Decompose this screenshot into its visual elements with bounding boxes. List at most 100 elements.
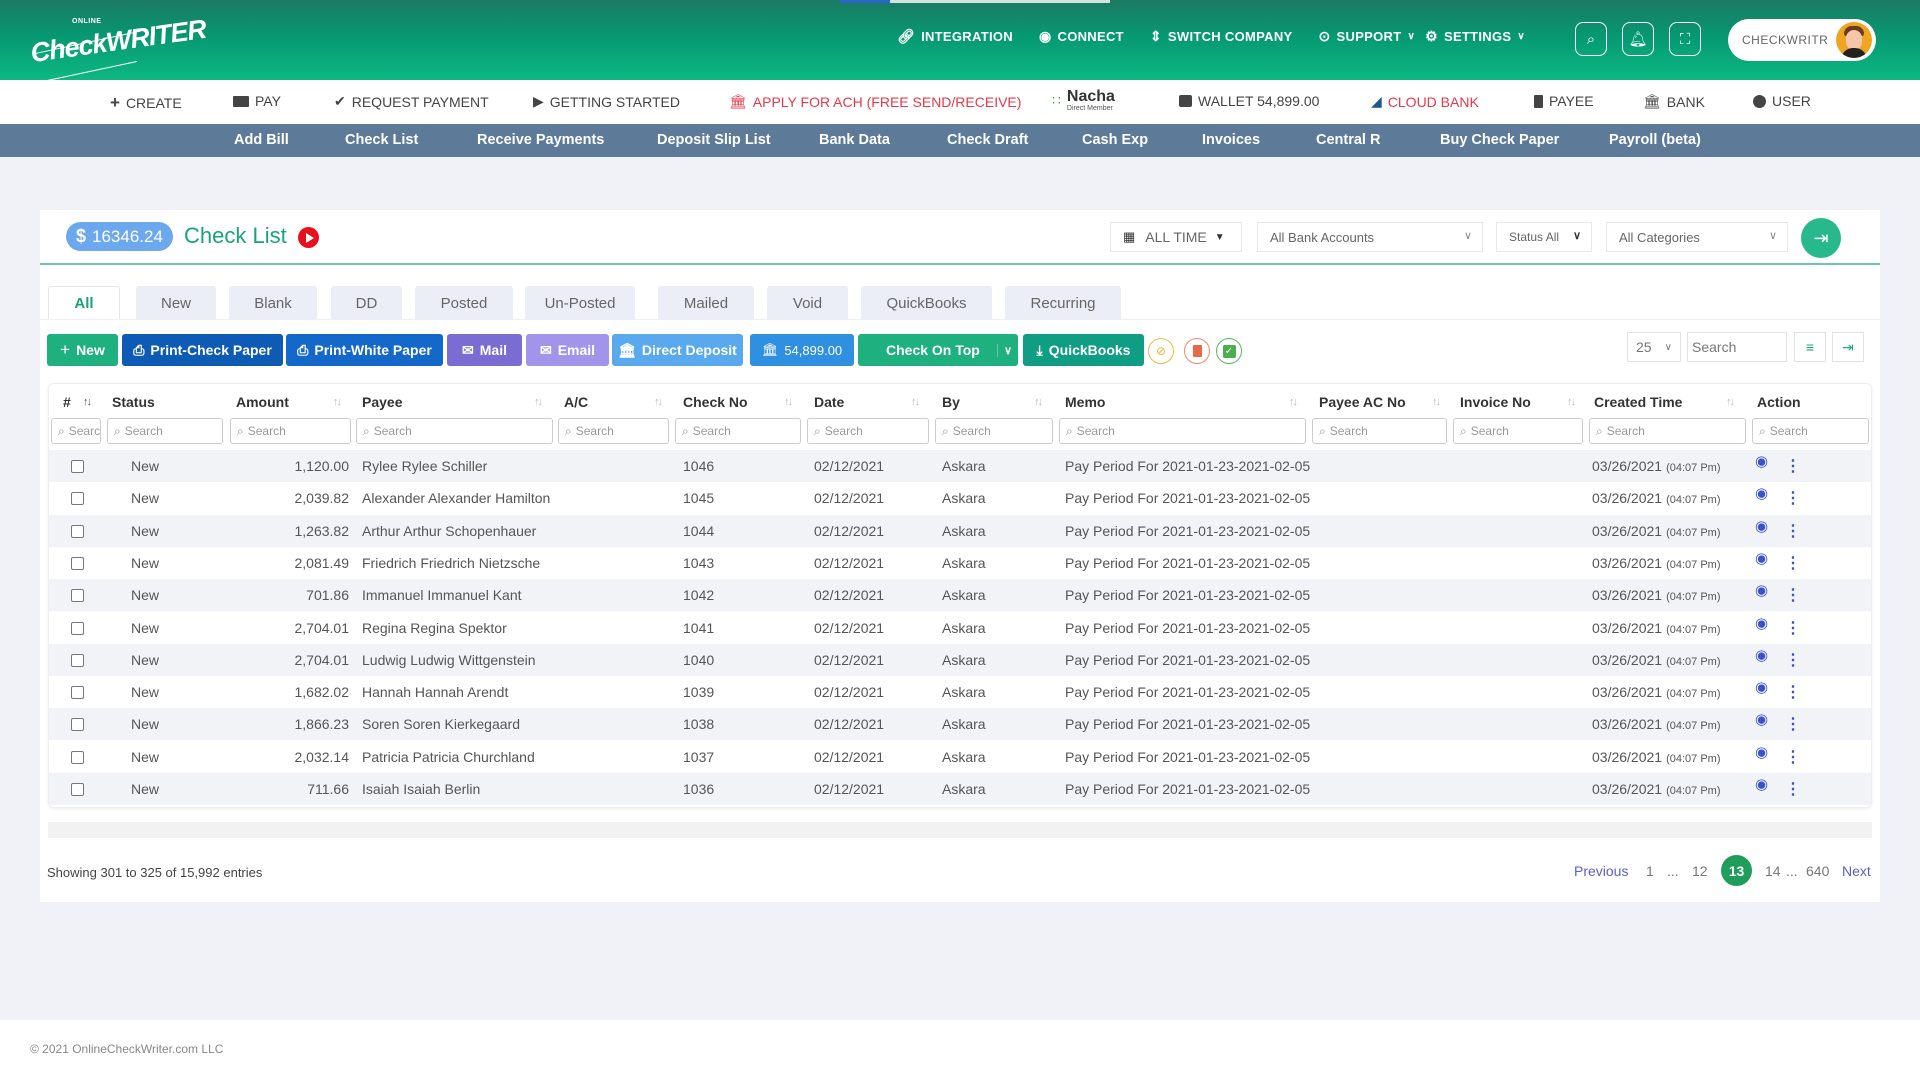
filter-payee[interactable]: ⌕ Search	[356, 418, 553, 444]
sort-icon[interactable]: ↑↓	[1567, 396, 1576, 408]
pagination-page[interactable]: 1	[1646, 856, 1654, 886]
filter-action[interactable]: ⌕ Search	[1752, 418, 1869, 444]
sort-icon[interactable]: ↑↓	[1034, 396, 1043, 408]
tab-new[interactable]: New	[136, 286, 216, 320]
wallet-balance-button[interactable]: 🏛︎ 54,899.00	[750, 334, 854, 366]
row-checkbox[interactable]	[71, 556, 84, 570]
topnav-switch-company[interactable]: ⇕ SWITCH COMPANY	[1150, 28, 1293, 45]
table-row[interactable]: New 1,866.23 Soren Soren Kierkegaard 1038 02…	[49, 708, 1871, 741]
column-header-payee-ac-no[interactable]: Payee AC No	[1319, 394, 1406, 410]
view-icon[interactable]: ◉	[1755, 775, 1768, 793]
subnav-cash-exp[interactable]: Cash Exp	[1082, 132, 1148, 148]
tab-blank[interactable]: Blank	[229, 286, 317, 320]
direct-deposit-button[interactable]: 🏛︎ Direct Deposit	[612, 334, 743, 366]
more-actions-icon[interactable]: ⋮	[1785, 521, 1801, 541]
column-header-amount[interactable]: Amount	[236, 394, 289, 410]
horizontal-scrollbar[interactable]	[48, 822, 1872, 838]
filter-status[interactable]: ⌕ Search	[107, 418, 223, 444]
secnav-getting-started[interactable]: ▶︎ GETTING STARTED	[533, 93, 680, 110]
approve-button[interactable]: ✓	[1216, 338, 1242, 364]
subnav-buy-check-paper[interactable]: Buy Check Paper	[1440, 132, 1559, 148]
topnav-integration[interactable]: 🔗︎ INTEGRATION	[897, 28, 1013, 45]
filter-date[interactable]: ⌕ Search	[807, 418, 929, 444]
column-header-number[interactable]: #	[63, 394, 71, 410]
export-button[interactable]: ⇥	[1801, 218, 1841, 258]
email-button[interactable]: ✉ Email	[526, 334, 609, 366]
row-checkbox[interactable]	[71, 686, 84, 700]
tab-all[interactable]: All	[48, 286, 120, 320]
sort-icon[interactable]: ↑↓	[83, 396, 92, 408]
table-row[interactable]: New 1,682.02 Hannah Hannah Arendt 1039 02/12…	[49, 676, 1871, 708]
category-filter[interactable]: All Categories ∨	[1606, 222, 1788, 252]
filter-check-no[interactable]: ⌕ Search	[675, 418, 801, 444]
table-row[interactable]: New 2,032.14 Patricia Patricia Churchland 1…	[49, 741, 1871, 773]
more-actions-icon[interactable]: ⋮	[1785, 779, 1801, 799]
secnav-request-payment[interactable]: ✔ REQUEST PAYMENT	[334, 93, 489, 110]
row-checkbox[interactable]	[71, 750, 84, 764]
table-row[interactable]: New 2,039.82 Alexander Alexander Hamilton 1…	[49, 482, 1871, 514]
tab-posted[interactable]: Posted	[415, 286, 513, 320]
row-checkbox[interactable]	[71, 718, 84, 732]
video-play-button[interactable]	[298, 227, 319, 248]
secnav-cloud-bank[interactable]: ◢ CLOUD BANK	[1371, 93, 1479, 110]
row-checkbox[interactable]	[71, 653, 84, 667]
table-row[interactable]: New 2,704.01 Ludwig Ludwig Wittgenstein 104…	[49, 643, 1871, 676]
sort-icon[interactable]: ↑↓	[1432, 396, 1441, 408]
delete-button[interactable]	[1184, 338, 1210, 364]
view-icon[interactable]: ◉	[1755, 484, 1768, 502]
pagination-previous[interactable]: Previous	[1574, 856, 1628, 886]
new-check-button[interactable]: + New	[47, 334, 118, 366]
column-header-date[interactable]: Date	[814, 394, 844, 410]
notifications-button[interactable]: 🔔︎	[1622, 22, 1654, 56]
secnav-bank[interactable]: 🏛︎ BANK	[1643, 93, 1705, 110]
more-actions-icon[interactable]: ⋮	[1785, 488, 1801, 508]
view-icon[interactable]: ◉	[1755, 581, 1768, 599]
column-header-created-time[interactable]: Created Time	[1594, 394, 1682, 410]
subnav-payroll[interactable]: Payroll (beta)	[1609, 132, 1701, 148]
subnav-deposit-slip-list[interactable]: Deposit Slip List	[657, 132, 771, 148]
sort-icon[interactable]: ↑↓	[1289, 396, 1298, 408]
subnav-check-draft[interactable]: Check Draft	[947, 132, 1028, 148]
pagination-page[interactable]: 12	[1692, 856, 1708, 886]
view-icon[interactable]: ◉	[1755, 549, 1768, 567]
tab-mailed[interactable]: Mailed	[658, 286, 754, 320]
more-actions-icon[interactable]: ⋮	[1785, 456, 1801, 476]
user-menu[interactable]: CHECKWRITR	[1728, 19, 1876, 61]
row-checkbox[interactable]	[71, 524, 84, 538]
filter-number[interactable]: ⌕Search	[51, 418, 101, 444]
more-actions-icon[interactable]: ⋮	[1785, 682, 1801, 702]
page-size-select[interactable]: 25 ∨	[1627, 332, 1681, 362]
check-on-top-button[interactable]: Check On Top ∨	[858, 334, 1018, 366]
sort-icon[interactable]: ↑↓	[1726, 396, 1735, 408]
filter-amount[interactable]: ⌕ Search	[230, 418, 351, 444]
sort-icon[interactable]: ↑↓	[784, 396, 793, 408]
view-icon[interactable]: ◉	[1755, 646, 1768, 664]
row-checkbox[interactable]	[71, 492, 84, 506]
tab-void[interactable]: Void	[767, 286, 848, 320]
filter-created-time[interactable]: ⌕ Search	[1589, 418, 1746, 444]
more-actions-icon[interactable]: ⋮	[1785, 714, 1801, 734]
secnav-payee[interactable]: PAYEE	[1534, 93, 1594, 109]
pagination-page-current[interactable]: 13	[1721, 855, 1752, 886]
view-icon[interactable]: ◉	[1755, 614, 1768, 632]
more-actions-icon[interactable]: ⋮	[1785, 747, 1801, 767]
tab-recurring[interactable]: Recurring	[1005, 286, 1121, 320]
fullscreen-button[interactable]: ⛶	[1669, 22, 1701, 56]
row-checkbox[interactable]	[71, 460, 84, 473]
table-search-input[interactable]: Search	[1687, 332, 1787, 362]
more-actions-icon[interactable]: ⋮	[1785, 618, 1801, 638]
column-header-by[interactable]: By	[942, 394, 960, 410]
table-row[interactable]: New 1,263.82 Arthur Arthur Schopenhauer 104…	[49, 514, 1871, 547]
row-checkbox[interactable]	[71, 621, 84, 635]
view-icon[interactable]: ◉	[1755, 678, 1768, 696]
row-checkbox[interactable]	[71, 589, 84, 603]
tab-quickbooks[interactable]: QuickBooks	[861, 286, 992, 320]
column-header-invoice-no[interactable]: Invoice No	[1460, 394, 1531, 410]
table-row[interactable]: New 2,704.01 Regina Regina Spektor 1041 02/1…	[49, 612, 1871, 644]
search-button[interactable]: ⌕	[1575, 22, 1607, 56]
logo[interactable]: ONLINE CheckWRITER	[28, 12, 208, 85]
subnav-receive-payments[interactable]: Receive Payments	[477, 132, 604, 148]
secnav-wallet[interactable]: WALLET 54,899.00	[1179, 93, 1319, 109]
view-icon[interactable]: ◉	[1755, 452, 1768, 470]
bank-account-filter[interactable]: All Bank Accounts ∨	[1257, 222, 1483, 252]
